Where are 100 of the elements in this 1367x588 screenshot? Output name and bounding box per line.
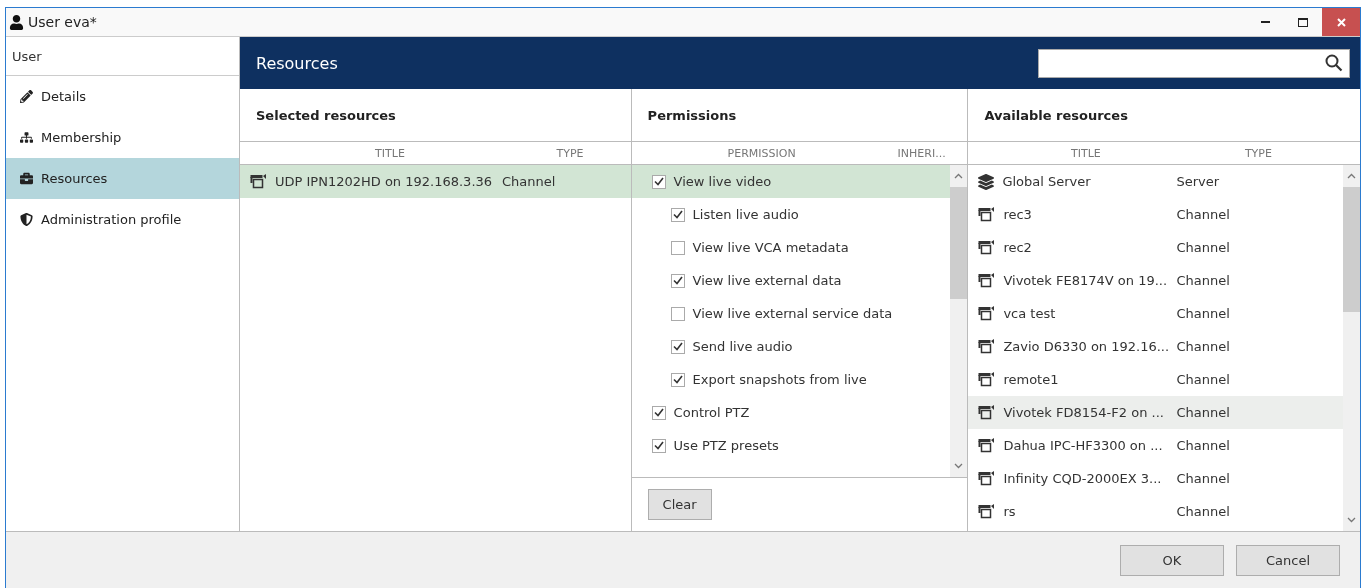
chevron-up-icon[interactable] (954, 173, 964, 179)
dialog-button[interactable]: Cancel (1236, 544, 1340, 576)
chevron-down-icon[interactable] (1347, 517, 1356, 523)
sidebar-item[interactable]: Administration profile (6, 199, 239, 240)
camera-icon (978, 207, 996, 222)
briefcase-icon (20, 172, 33, 185)
camera-icon (978, 438, 996, 453)
resource-row[interactable]: Zavio D6330 on 192.16... Channel (968, 330, 1343, 363)
permission-label: View live video (673, 174, 772, 189)
resource-title: rec2 (1003, 240, 1032, 255)
search-icon (1325, 54, 1343, 72)
sidebar-item[interactable]: Details (6, 76, 239, 117)
sidebar-heading: User (6, 37, 239, 76)
resource-row[interactable]: Infinity CQD-2000EX 3... Channel (968, 462, 1343, 495)
checkbox[interactable] (670, 273, 685, 288)
column-header[interactable]: TITLE (968, 146, 1204, 160)
permission-label: View live VCA metadata (692, 240, 849, 255)
camera-icon (978, 372, 996, 387)
resource-title: Dahua IPC-HF3300 on ... (1003, 438, 1163, 453)
permission-row[interactable]: View live external data (631, 264, 951, 297)
resource-title: rec3 (1003, 207, 1032, 222)
resource-type: Channel (1176, 339, 1230, 354)
resource-row[interactable]: Vivotek FD8154-F2 on ... Channel (968, 396, 1343, 429)
close-icon (1336, 17, 1346, 27)
panel-title: Available resources (968, 89, 1360, 142)
checkbox[interactable] (670, 339, 685, 354)
close-button[interactable] (1322, 8, 1360, 36)
resource-type: Channel (1176, 405, 1230, 420)
resource-title: vca test (1003, 306, 1056, 321)
column-header[interactable]: TITLE (240, 146, 540, 160)
permission-row[interactable]: Control PTZ (631, 396, 951, 429)
checkbox[interactable] (651, 438, 666, 453)
search-field[interactable] (1038, 48, 1350, 78)
resource-title: Infinity CQD-2000EX 3... (1003, 471, 1162, 486)
camera-icon (978, 273, 996, 288)
resource-title: UDP IPN1202HD on 192.168.3.36 (275, 174, 493, 189)
resource-row[interactable]: rec3 Channel (968, 198, 1343, 231)
chevron-up-icon[interactable] (1347, 173, 1356, 179)
panel-title: Permissions (631, 89, 968, 142)
resource-type: Channel (1176, 306, 1230, 321)
column-header[interactable]: PERMISSION (631, 146, 892, 160)
resource-type: Channel (1176, 273, 1230, 288)
resource-row[interactable]: rs Channel (968, 495, 1343, 528)
camera-icon (978, 339, 996, 354)
column-header[interactable]: INHERI... (891, 146, 952, 160)
resource-row[interactable]: UDP IPN1202HD on 192.168.3.36 Channel (240, 165, 631, 198)
resource-row[interactable]: vca test Channel (968, 297, 1343, 330)
resource-title: Global Server (1002, 174, 1091, 189)
resource-title: remote1 (1003, 372, 1059, 387)
sidebar-item[interactable]: Resources (6, 158, 239, 199)
permission-row[interactable]: Use PTZ presets (631, 429, 951, 462)
chevron-down-icon[interactable] (954, 463, 964, 469)
checkbox[interactable] (651, 405, 666, 420)
shield-icon (20, 213, 33, 226)
checkbox[interactable] (670, 207, 685, 222)
scrollbar[interactable] (950, 165, 968, 477)
camera-icon (978, 306, 996, 321)
dialog-button[interactable]: OK (1120, 544, 1224, 576)
window-title: User eva* (28, 14, 97, 30)
checkbox[interactable] (670, 306, 685, 321)
permission-label: Control PTZ (673, 405, 750, 420)
permission-row[interactable]: View live video (631, 165, 951, 198)
camera-icon (978, 240, 996, 255)
permission-row[interactable]: Export snapshots from live (631, 363, 951, 396)
resource-type: Channel (1176, 471, 1230, 486)
resource-type: Channel (1176, 438, 1230, 453)
permission-label: View live external data (692, 273, 842, 288)
clear-button[interactable]: Clear (647, 489, 712, 520)
checkbox[interactable] (651, 174, 666, 189)
permission-row[interactable]: View live VCA metadata (631, 231, 951, 264)
resource-type: Channel (1176, 240, 1230, 255)
column-header[interactable]: TYPE (540, 146, 600, 160)
checkbox[interactable] (670, 372, 685, 387)
maximize-icon (1298, 17, 1308, 27)
hierarchy-icon (20, 131, 33, 144)
user-icon (9, 14, 24, 30)
resource-type: Channel (1176, 207, 1230, 222)
permission-label: Export snapshots from live (692, 372, 867, 387)
resource-title: rs (1003, 504, 1016, 519)
permission-row[interactable]: View live external service data (631, 297, 951, 330)
resource-row[interactable]: remote1 Channel (968, 363, 1343, 396)
checkbox[interactable] (670, 240, 685, 255)
permission-row[interactable]: Listen live audio (631, 198, 951, 231)
resource-title: Zavio D6330 on 192.16... (1003, 339, 1170, 354)
panel-title: Selected resources (240, 89, 631, 142)
resource-row[interactable]: rec2 Channel (968, 231, 1343, 264)
sidebar-item[interactable]: Membership (6, 117, 239, 158)
scrollbar[interactable] (1343, 165, 1360, 531)
resource-row[interactable]: Vivotek FE8174V on 19... Channel (968, 264, 1343, 297)
permission-row[interactable]: Send live audio (631, 330, 951, 363)
permission-label: Use PTZ presets (673, 438, 779, 453)
column-header[interactable]: TYPE (1203, 146, 1314, 160)
resource-row[interactable]: Dahua IPC-HF3300 on ... Channel (968, 429, 1343, 462)
resource-type: Channel (1176, 504, 1230, 519)
camera-icon (978, 504, 996, 519)
camera-icon (978, 405, 996, 420)
permission-label: Listen live audio (692, 207, 799, 222)
resource-row[interactable]: Global Server Server (968, 165, 1343, 198)
header-title: Resources (256, 53, 338, 73)
resource-title: Vivotek FE8174V on 19... (1003, 273, 1168, 288)
